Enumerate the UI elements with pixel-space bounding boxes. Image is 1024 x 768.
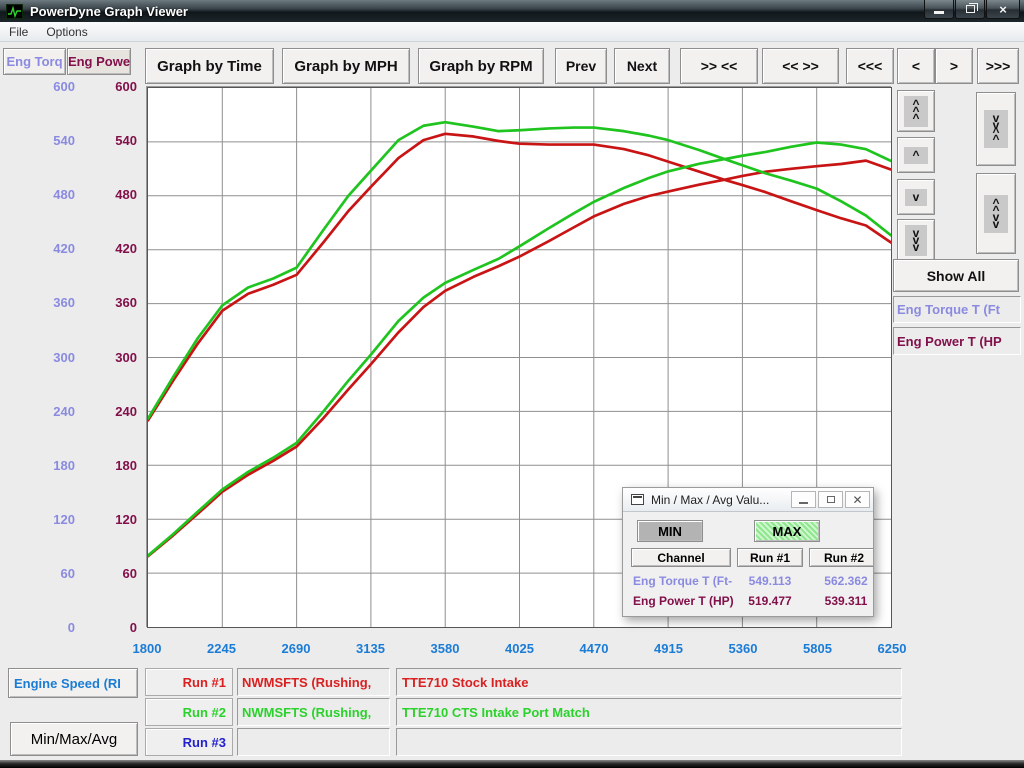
run2-desc-field[interactable]: TTE710 CTS Intake Port Match <box>396 698 902 726</box>
x-tick: 4025 <box>489 641 551 657</box>
client-area: Eng Torq Eng Powe Graph by Time Graph by… <box>0 42 1024 760</box>
scroll-fast-left-button[interactable]: <<< <box>846 48 894 84</box>
y-tick-power: 120 <box>65 512 137 528</box>
power-run1-max: 519.477 <box>737 594 803 608</box>
legend-power-button[interactable]: Eng Power T (HP <box>893 327 1021 355</box>
power-channel-button[interactable]: Eng Powe <box>67 48 131 75</box>
x-tick: 3580 <box>414 641 476 657</box>
y-tick-power: 480 <box>65 187 137 203</box>
window-title: PowerDyne Graph Viewer <box>30 4 188 19</box>
menu-file[interactable]: File <box>0 23 37 41</box>
close-icon[interactable]: × <box>986 0 1020 19</box>
window-bottom-edge <box>0 760 1024 768</box>
torque-run1-max: 549.113 <box>737 574 803 588</box>
run2-name-field[interactable]: NWMSFTS (Rushing, <box>237 698 390 726</box>
y-tick-power: 600 <box>65 79 137 95</box>
show-all-button[interactable]: Show All <box>893 259 1019 292</box>
y-tick-power: 360 <box>65 295 137 311</box>
x-tick: 4470 <box>563 641 625 657</box>
x-tick: 1800 <box>116 641 178 657</box>
power-row-label: Eng Power T (HP) <box>633 594 734 608</box>
x-tick: 5805 <box>787 641 849 657</box>
run3-desc-field[interactable] <box>396 728 902 756</box>
zoom-out-x-button[interactable]: << >> <box>762 48 839 84</box>
next-button[interactable]: Next <box>614 48 670 84</box>
app-icon <box>6 4 23 19</box>
dialog-close-icon[interactable]: ✕ <box>845 491 870 508</box>
y-tick-power: 180 <box>65 458 137 474</box>
dialog-controls: ✕ <box>789 491 870 508</box>
y-tick-power: 60 <box>65 566 137 582</box>
chevron-up-button[interactable]: ^ <box>897 137 935 173</box>
titlebar[interactable]: PowerDyne Graph Viewer × <box>0 0 1024 22</box>
run3-label: Run #3 <box>145 728 233 756</box>
minmax-dialog-titlebar[interactable]: Min / Max / Avg Valu... ✕ <box>623 488 873 512</box>
run1-name-field[interactable]: NWMSFTS (Rushing, <box>237 668 390 696</box>
scroll-fast-right-button[interactable]: >>> <box>977 48 1019 84</box>
menubar: File Options <box>0 22 1024 42</box>
app-window: PowerDyne Graph Viewer × File Options En… <box>0 0 1024 768</box>
collapse-scale-button[interactable]: v v ^ ^ <box>976 92 1016 166</box>
x-tick: 3135 <box>340 641 402 657</box>
y-tick-power: 240 <box>65 404 137 420</box>
legend-torque-button[interactable]: Eng Torque T (Ft <box>893 296 1021 323</box>
zoom-in-x-button[interactable]: >> << <box>680 48 758 84</box>
x-tick: 6250 <box>861 641 923 657</box>
x-tick: 4915 <box>638 641 700 657</box>
y-tick-power: 0 <box>65 620 137 636</box>
y-tick-power: 420 <box>65 241 137 257</box>
run3-name-field[interactable] <box>237 728 390 756</box>
torque-run2-max: 562.362 <box>813 574 874 588</box>
x-tick: 2245 <box>191 641 253 657</box>
restore-icon[interactable] <box>955 0 985 19</box>
graph-by-time-button[interactable]: Graph by Time <box>145 48 274 84</box>
dialog-minimize-icon[interactable] <box>791 491 816 508</box>
x-tick: 2690 <box>265 641 327 657</box>
graph-by-mph-button[interactable]: Graph by MPH <box>282 48 410 84</box>
dialog-title: Min / Max / Avg Valu... <box>651 493 769 507</box>
run2-label: Run #2 <box>145 698 233 726</box>
run1-label: Run #1 <box>145 668 233 696</box>
run2-header[interactable]: Run #2 <box>809 548 874 567</box>
y-tick-power: 300 <box>65 350 137 366</box>
torque-row-label: Eng Torque T (Ft- <box>633 574 732 588</box>
scroll-left-button[interactable]: < <box>897 48 935 84</box>
minmaxavg-button[interactable]: Min/Max/Avg <box>10 722 138 756</box>
min-button[interactable]: MIN <box>637 520 703 542</box>
minimize-icon[interactable] <box>924 0 954 19</box>
scroll-right-button[interactable]: > <box>935 48 973 84</box>
engine-speed-button[interactable]: Engine Speed (RI <box>8 668 138 698</box>
max-button[interactable]: MAX <box>754 520 820 542</box>
chevron-triple-up-button[interactable]: ^ ^ ^ <box>897 90 935 132</box>
channel-header[interactable]: Channel <box>631 548 731 567</box>
torque-channel-button[interactable]: Eng Torq <box>3 48 66 75</box>
dialog-maximize-icon[interactable] <box>818 491 843 508</box>
graph-by-rpm-button[interactable]: Graph by RPM <box>418 48 544 84</box>
menu-options[interactable]: Options <box>37 23 96 41</box>
dialog-icon <box>631 494 644 505</box>
run1-header[interactable]: Run #1 <box>737 548 803 567</box>
y-tick-power: 540 <box>65 133 137 149</box>
chevron-down-button[interactable]: v <box>897 179 935 215</box>
x-tick: 5360 <box>712 641 774 657</box>
run1-desc-field[interactable]: TTE710 Stock Intake <box>396 668 902 696</box>
window-controls: × <box>923 0 1020 19</box>
chevron-triple-down-button[interactable]: v v v <box>897 219 935 262</box>
prev-button[interactable]: Prev <box>555 48 607 84</box>
minmax-dialog[interactable]: Min / Max / Avg Valu... ✕ MIN MAX Channe… <box>622 487 874 617</box>
expand-scale-button[interactable]: ^ ^ v v <box>976 173 1016 254</box>
power-run2-max: 539.311 <box>813 594 874 608</box>
